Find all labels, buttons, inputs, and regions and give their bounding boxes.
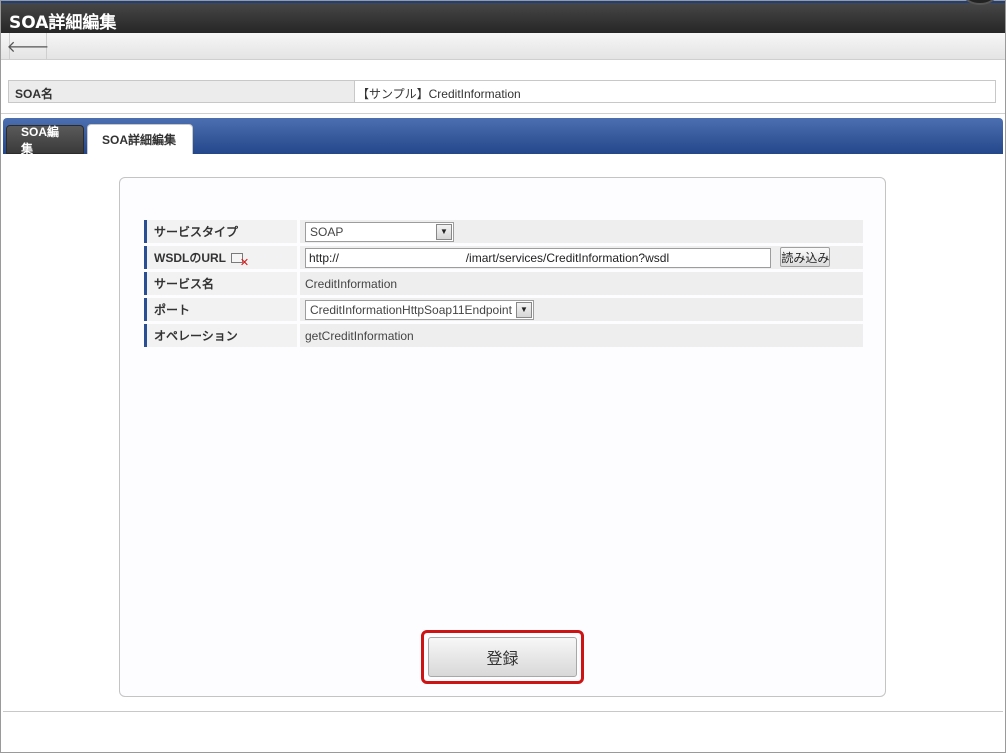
soa-name-label: SOA名 <box>9 81 355 102</box>
divider <box>1 113 1005 114</box>
form-row-wsdl-url: WSDLのURL ✕ 読み込み <box>144 246 863 269</box>
tab-soa-edit[interactable]: SOA編集 <box>6 125 84 156</box>
soa-name-row: SOA名 【サンプル】CreditInformation <box>8 80 996 103</box>
form-row-operation: オペレーション getCreditInformation <box>144 324 863 347</box>
wsdl-url-input[interactable] <box>305 247 771 268</box>
port-select[interactable]: CreditInformationHttpSoap11Endpoint ▼ <box>305 299 534 320</box>
operation-label: オペレーション <box>144 324 297 347</box>
service-name-value: CreditInformation <box>300 272 863 295</box>
clear-url-icon[interactable]: ✕ <box>231 252 249 269</box>
form-panel: サービスタイプ SOAP ▼ WSDLのURL ✕ http:// /imart… <box>119 177 886 697</box>
form-row-port: ポート CreditInformationHttpSoap11Endpoint … <box>144 298 863 321</box>
service-type-value: SOAP <box>310 224 344 239</box>
form-row-service-type: サービスタイプ SOAP ▼ <box>144 220 863 243</box>
wsdl-url-label: WSDLのURL <box>154 251 226 265</box>
content-area: サービスタイプ SOAP ▼ WSDLのURL ✕ http:// /imart… <box>3 154 1003 712</box>
soa-detail-form: サービスタイプ SOAP ▼ WSDLのURL ✕ http:// /imart… <box>144 217 863 350</box>
tab-bar: SOA編集 SOA詳細編集 <box>3 118 1003 156</box>
port-label: ポート <box>144 298 297 321</box>
service-type-label: サービスタイプ <box>144 220 297 243</box>
service-type-select[interactable]: SOAP ▼ <box>305 221 454 242</box>
register-highlight: 登録 <box>421 630 584 684</box>
window-corner-decoration <box>963 0 997 5</box>
register-button[interactable]: 登録 <box>428 637 577 677</box>
operation-value: getCreditInformation <box>300 324 863 347</box>
window-title: SOA詳細編集 <box>9 13 117 33</box>
soa-name-value: 【サンプル】CreditInformation <box>357 87 521 101</box>
port-value: CreditInformationHttpSoap11Endpoint <box>310 302 512 317</box>
tab-soa-detail-edit[interactable]: SOA詳細編集 <box>87 124 193 154</box>
back-button[interactable]: 🡐 <box>6 33 50 60</box>
chevron-down-icon: ▼ <box>515 301 532 318</box>
form-row-service-name: サービス名 CreditInformation <box>144 272 863 295</box>
arrow-left-icon: 🡐 <box>6 39 50 56</box>
chevron-down-icon: ▼ <box>436 223 452 240</box>
toolbar: 🡐 <box>1 33 1005 60</box>
service-name-label: サービス名 <box>144 272 297 295</box>
window-titlebar: SOA詳細編集 <box>1 0 1005 33</box>
load-wsdl-button[interactable]: 読み込み <box>780 247 831 268</box>
